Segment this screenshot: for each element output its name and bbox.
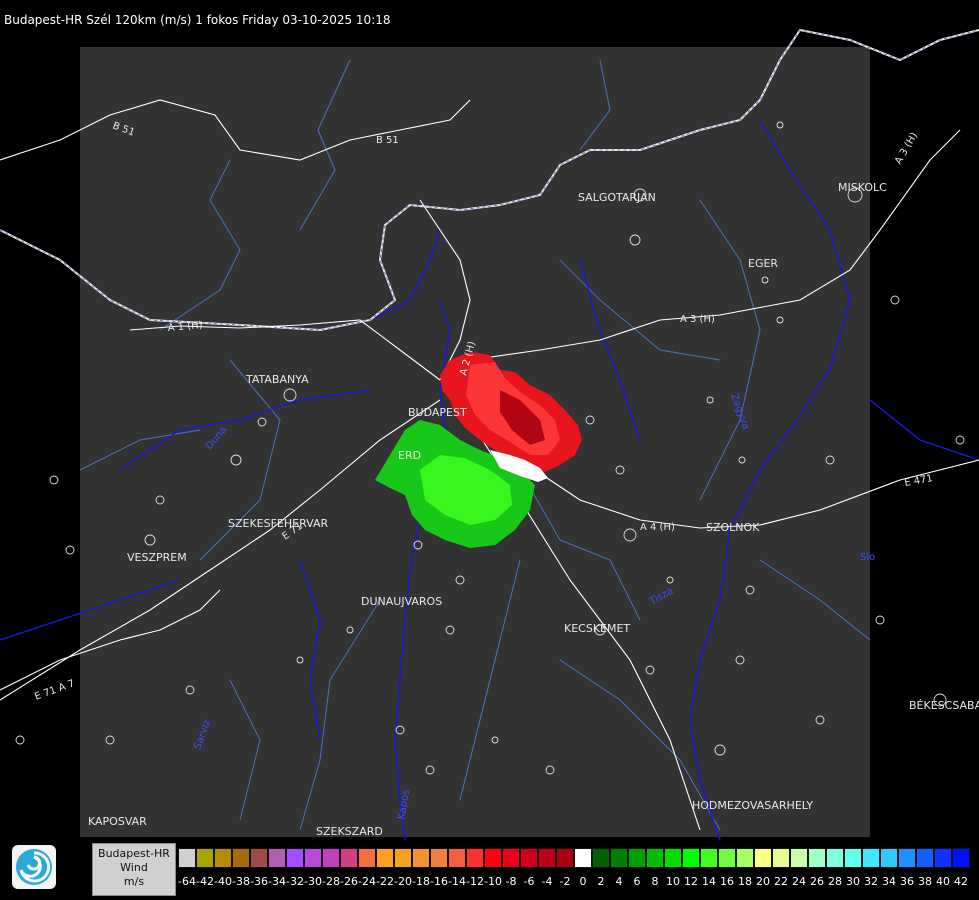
legend-swatch [286, 848, 304, 868]
legend-swatch [484, 848, 502, 868]
road-label-b51-north: B 51 [376, 135, 399, 146]
city-kecskemet: KECSKEMET [564, 622, 630, 635]
legend-swatch [196, 848, 214, 868]
city-kaposvar: KAPOSVAR [88, 815, 147, 828]
city-szekesfehervar: SZEKESFEHERVAR [228, 517, 329, 530]
legend-swatch [574, 848, 592, 868]
legend-swatch [916, 848, 934, 868]
legend-swatch [664, 848, 682, 868]
legend-swatch [790, 848, 808, 868]
road-label-a3: A 3 (H) [680, 314, 715, 325]
radar-map[interactable]: BUDAPEST TATABANYA SZEKESFEHERVAR VESZPR… [0, 0, 979, 840]
legend-swatch [808, 848, 826, 868]
road-label-e71-sw: E 71 A 7 [33, 678, 76, 703]
legend-swatch [358, 848, 376, 868]
legend-swatch [682, 848, 700, 868]
legend-quantity: Wind [120, 861, 148, 874]
road-label-e471: E 471 [904, 473, 934, 489]
city-erd: ERD [398, 449, 421, 462]
city-dunaujvaros: DUNAUJVAROS [361, 595, 442, 608]
legend-swatch [592, 848, 610, 868]
legend-swatch [718, 848, 736, 868]
legend-swatch [178, 848, 196, 868]
river-label-sio: Sio [860, 552, 875, 563]
city-tatabanya: TATABANYA [245, 373, 309, 386]
legend-swatch [898, 848, 916, 868]
legend-swatch [862, 848, 880, 868]
city-veszprem: VESZPREM [127, 551, 187, 564]
legend-swatch [628, 848, 646, 868]
legend-swatch [952, 848, 970, 868]
legend-swatch [520, 848, 538, 868]
legend-unit: m/s [123, 875, 145, 888]
legend-title: Budapest-HR Wind m/s [92, 843, 176, 896]
legend-swatch [700, 848, 718, 868]
city-eger: EGER [748, 257, 778, 270]
legend-swatch [268, 848, 286, 868]
legend-swatch [502, 848, 520, 868]
legend-swatch [394, 848, 412, 868]
road-label-a4: A 4 (H) [640, 522, 675, 533]
omsz-logo [12, 845, 56, 889]
legend-swatch [880, 848, 898, 868]
color-legend: -64 -42 -40 -38 -36 -34 -32 -30 -28 -26 -24 -22 -20-… [178, 848, 974, 896]
legend-swatch [340, 848, 358, 868]
city-miskolc: MISKOLC [838, 181, 887, 194]
city-szolnok: SZOLNOK [706, 521, 760, 534]
legend-swatch [772, 848, 790, 868]
legend-swatch [736, 848, 754, 868]
legend-swatch [754, 848, 772, 868]
legend-swatch [556, 848, 574, 868]
legend-swatch [844, 848, 862, 868]
legend-station: Budapest-HR [98, 847, 170, 860]
legend-swatch [646, 848, 664, 868]
legend-swatch [412, 848, 430, 868]
legend-swatch [934, 848, 952, 868]
legend-swatch [610, 848, 628, 868]
city-budapest: BUDAPEST [408, 406, 467, 419]
city-salgotarjan: SALGOTARJAN [578, 191, 656, 204]
legend-swatch [250, 848, 268, 868]
legend-swatch [304, 848, 322, 868]
legend-swatch [430, 848, 448, 868]
road-label-a3-ne: A 3 (H) [893, 131, 920, 167]
legend-swatch [322, 848, 340, 868]
legend-swatch [538, 848, 556, 868]
legend-swatch [232, 848, 250, 868]
legend-swatch [376, 848, 394, 868]
city-hodmezovasarhely: HODMEZOVASARHELY [692, 799, 813, 812]
radar-coverage-area [80, 47, 870, 837]
legend-tick: 42 [954, 875, 968, 888]
legend-swatch [826, 848, 844, 868]
legend-swatch [466, 848, 484, 868]
city-bekescsaba: BÉKESCSABA [909, 699, 979, 712]
legend-swatch [448, 848, 466, 868]
legend-swatch [214, 848, 232, 868]
city-szekszard: SZEKSZARD [316, 825, 383, 838]
